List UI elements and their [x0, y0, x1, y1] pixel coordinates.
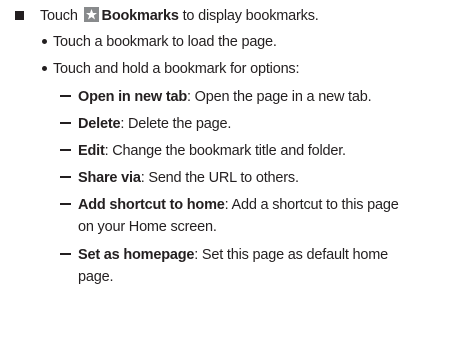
- option-label: Delete: [78, 116, 121, 132]
- dot-bullet: [42, 66, 47, 71]
- option-desc: : Add a shortcut to this page: [224, 197, 399, 213]
- option-desc-continued: page.: [78, 269, 114, 285]
- bookmarks-suffix: to display bookmarks.: [178, 8, 319, 24]
- option-desc: : Change the bookmark title and folder.: [104, 143, 346, 159]
- option-desc: : Open the page in a new tab.: [186, 89, 372, 105]
- option-set-homepage: Set as homepage: Set this page as defaul…: [60, 246, 388, 264]
- square-bullet: [15, 11, 24, 20]
- dash-bullet: [60, 149, 71, 152]
- bookmarks-label: Bookmarks: [101, 8, 179, 24]
- document-page: Touch Bookmarks to display bookmarks. To…: [0, 0, 472, 338]
- dot-bullet: [42, 39, 47, 44]
- sub-item: Touch and hold a bookmark for options:: [53, 61, 300, 77]
- option-label: Add shortcut to home: [78, 197, 225, 213]
- dash-bullet: [60, 122, 71, 125]
- star-bookmark-icon: [83, 7, 99, 22]
- option-delete: Delete: Delete the page.: [60, 115, 231, 133]
- option-add-shortcut: Add shortcut to home: Add a shortcut to …: [60, 196, 399, 214]
- dash-bullet: [60, 176, 71, 179]
- option-desc: : Delete the page.: [120, 116, 232, 132]
- option-label: Share via: [78, 170, 141, 186]
- main-bullet-line: Touch Bookmarks to display bookmarks.: [40, 7, 319, 25]
- option-edit: Edit: Change the bookmark title and fold…: [60, 142, 346, 160]
- option-desc: : Send the URL to others.: [140, 170, 299, 186]
- dash-bullet: [60, 253, 71, 256]
- option-label: Set as homepage: [78, 247, 195, 263]
- sub-item: Touch a bookmark to load the page.: [53, 34, 277, 50]
- option-desc: : Set this page as default home: [194, 247, 388, 263]
- option-share-via: Share via: Send the URL to others.: [60, 169, 299, 187]
- touch-prefix: Touch: [40, 8, 78, 24]
- dash-bullet: [60, 203, 71, 206]
- option-label: Edit: [78, 143, 105, 159]
- option-label: Open in new tab: [78, 89, 187, 105]
- option-open-new-tab: Open in new tab: Open the page in a new …: [60, 88, 372, 106]
- dash-bullet: [60, 95, 71, 98]
- option-desc-continued: on your Home screen.: [78, 219, 217, 235]
